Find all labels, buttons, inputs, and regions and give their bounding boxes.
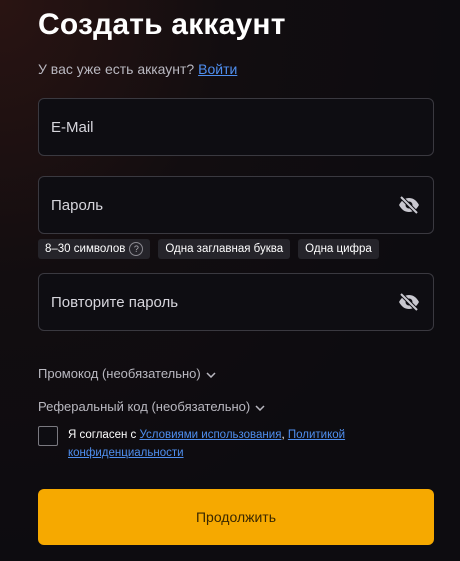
confirm-password-field-container <box>38 273 434 331</box>
login-prompt-line: У вас уже есть аккаунт? Войти <box>38 61 237 77</box>
password-requirements: 8–30 символов ? Одна заглавная буква Одн… <box>38 239 379 259</box>
eye-off-icon[interactable] <box>397 290 421 314</box>
continue-button[interactable]: Продолжить <box>38 489 434 545</box>
help-icon[interactable]: ? <box>129 242 144 256</box>
referral-code-toggle[interactable]: Реферальный код (необязательно) <box>38 399 265 414</box>
hint-uppercase: Одна заглавная буква <box>158 239 291 259</box>
chevron-down-icon <box>255 399 265 414</box>
terms-agreement: Я согласен с Условиями использования, По… <box>38 426 368 462</box>
promo-code-label: Промокод (необязательно) <box>38 366 201 381</box>
page-title: Создать аккаунт <box>38 8 286 41</box>
referral-code-label: Реферальный код (необязательно) <box>38 399 251 414</box>
hint-length: 8–30 символов ? <box>38 239 151 259</box>
terms-link[interactable]: Условиями использования <box>139 429 281 441</box>
login-prompt-text: У вас уже есть аккаунт? <box>38 61 195 77</box>
email-field-container <box>38 98 434 156</box>
terms-checkbox[interactable] <box>38 426 58 446</box>
eye-off-icon[interactable] <box>397 193 421 217</box>
login-link[interactable]: Войти <box>198 61 237 77</box>
password-field-container <box>38 176 434 234</box>
chevron-down-icon <box>206 366 216 381</box>
confirm-password-input[interactable] <box>51 293 397 311</box>
promo-code-toggle[interactable]: Промокод (необязательно) <box>38 366 216 381</box>
email-input[interactable] <box>51 118 421 136</box>
password-input[interactable] <box>51 196 397 214</box>
terms-text: Я согласен с Условиями использования, По… <box>68 429 346 459</box>
hint-digit: Одна цифра <box>298 239 379 259</box>
